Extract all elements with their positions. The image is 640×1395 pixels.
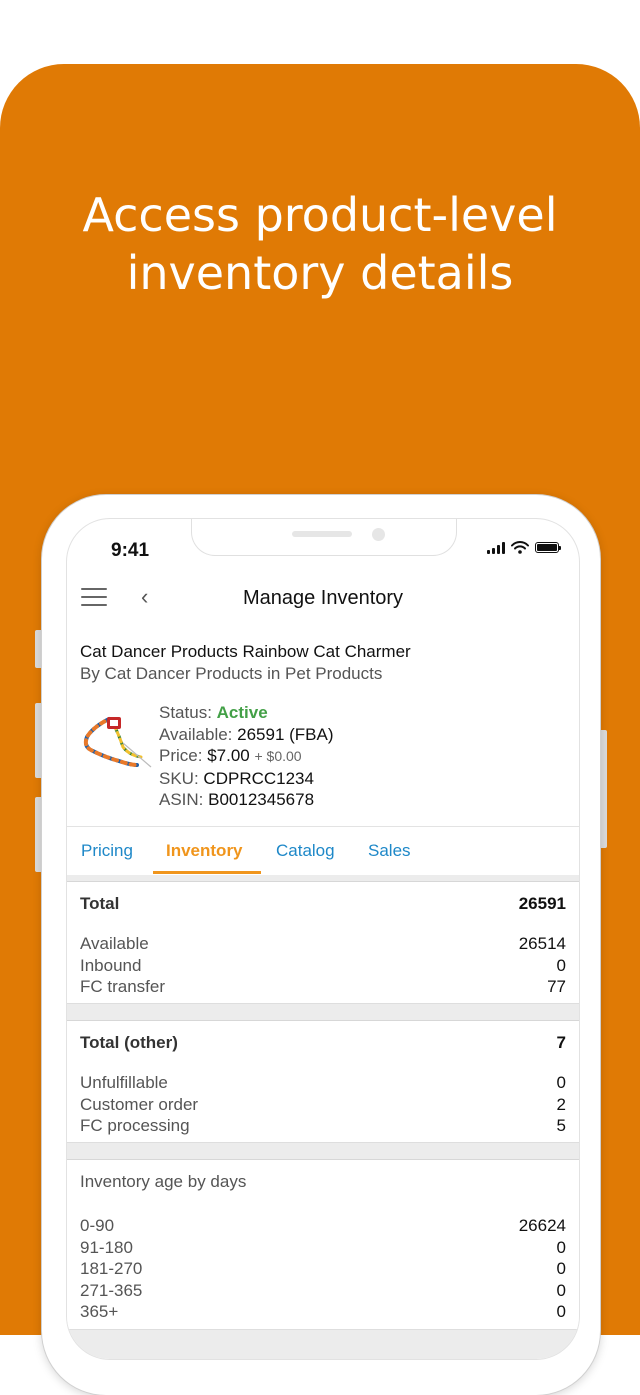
asin-line: ASIN: B0012345678 <box>159 789 334 811</box>
phone-screen: 9:41 ‹ Manage Inventory Cat Dancer Produ… <box>66 518 580 1360</box>
row-label: Inbound <box>80 955 142 975</box>
price-line: Price: $7.00 + $0.00 <box>159 745 334 768</box>
available-line: Available: 26591 (FBA) <box>159 724 334 746</box>
list-item: Unfulfillable 0 <box>67 1072 579 1094</box>
row-label: 0-90 <box>80 1216 115 1235</box>
total-other-breakdown: Unfulfillable 0 Customer order 2 FC proc… <box>67 1064 579 1143</box>
row-label: 365+ <box>80 1302 119 1322</box>
total-other-label: Total (other) <box>80 1033 178 1052</box>
asin-label: ASIN: <box>159 790 204 809</box>
age-label: Inventory age by days <box>80 1172 247 1191</box>
product-details: Status: Active Available: 26591 (FBA) Pr… <box>159 702 334 811</box>
row-label: Customer order <box>80 1094 199 1114</box>
row-value: 0 <box>556 1280 566 1300</box>
row-value: 5 <box>556 1116 566 1136</box>
product-card: Cat Dancer Products Rainbow Cat Charmer … <box>67 623 579 826</box>
status-time: 9:41 <box>111 540 150 561</box>
total-other-header: Total (other) 7 <box>67 1020 579 1066</box>
tab-bar: Pricing Inventory Catalog Sales <box>67 826 579 876</box>
list-item: 365+ 0 <box>67 1301 579 1323</box>
nav-bar: ‹ Manage Inventory <box>67 573 579 624</box>
list-item: FC processing 5 <box>67 1115 579 1137</box>
headline-line-1: Access product-level <box>82 188 558 242</box>
list-item: Inbound 0 <box>67 955 579 977</box>
status-line: Status: Active <box>159 702 334 724</box>
promo-headline: Access product-level inventory details <box>0 186 640 302</box>
row-value: 0 <box>556 1259 566 1279</box>
row-value: 0 <box>556 955 566 975</box>
sku-line: SKU: CDPRCC1234 <box>159 768 334 790</box>
row-value: 2 <box>556 1094 566 1114</box>
sku-label: SKU: <box>159 768 199 788</box>
inventory-content: Total 26591 Available 26514 Inbound 0 FC… <box>67 875 579 1359</box>
row-value: 77 <box>547 977 566 997</box>
available-value: 26591 (FBA) <box>237 724 334 744</box>
product-image <box>83 717 152 768</box>
tab-sales[interactable]: Sales <box>368 841 411 861</box>
available-label: Available: <box>159 724 233 744</box>
status-icons <box>487 541 561 554</box>
list-item: 181-270 0 <box>67 1258 579 1280</box>
row-value: 26624 <box>518 1216 566 1235</box>
total-label: Total <box>80 894 120 913</box>
tab-inventory[interactable]: Inventory <box>166 841 243 861</box>
list-item: 0-90 26624 <box>67 1215 579 1237</box>
price-label: Price: <box>159 746 203 765</box>
row-label: Unfulfillable <box>80 1073 168 1092</box>
row-label: Available <box>80 934 149 953</box>
age-header: Inventory age by days <box>67 1159 579 1205</box>
tab-catalog[interactable]: Catalog <box>276 841 335 861</box>
phone-notch <box>191 519 457 556</box>
list-item: 91-180 0 <box>67 1237 579 1259</box>
total-breakdown: Available 26514 Inbound 0 FC transfer 77 <box>67 925 579 1004</box>
status-label: Status: <box>159 703 212 722</box>
status-badge: Active <box>216 703 268 722</box>
row-label: FC transfer <box>80 977 166 997</box>
price-extra: + $0.00 <box>254 748 302 764</box>
list-item: 271-365 0 <box>67 1280 579 1302</box>
price-value: $7.00 <box>207 746 250 765</box>
list-item: Available 26514 <box>67 933 579 955</box>
wifi-icon <box>511 541 529 554</box>
row-value: 0 <box>556 1302 566 1322</box>
row-value: 0 <box>556 1237 566 1257</box>
active-tab-indicator <box>153 871 261 874</box>
product-title: Cat Dancer Products Rainbow Cat Charmer <box>80 642 411 661</box>
sku-value: CDPRCC1234 <box>203 768 314 788</box>
row-value: 0 <box>556 1073 566 1092</box>
row-label: 91-180 <box>80 1237 133 1257</box>
product-subtitle: By Cat Dancer Products in Pet Products <box>80 664 383 683</box>
phone-power-button <box>599 730 607 848</box>
page-title: Manage Inventory <box>242 587 404 609</box>
total-header: Total 26591 <box>67 881 579 927</box>
row-value: 26514 <box>518 934 566 953</box>
age-breakdown: 0-90 26624 91-180 0 181-270 0 271-365 0 … <box>67 1203 579 1330</box>
front-camera <box>372 528 385 541</box>
speaker-grille <box>292 531 352 537</box>
list-item: FC transfer 77 <box>67 976 579 998</box>
tab-pricing[interactable]: Pricing <box>81 841 133 861</box>
battery-icon <box>535 542 561 553</box>
total-value: 26591 <box>518 894 566 913</box>
headline-line-2: inventory details <box>126 246 514 300</box>
signal-icon <box>487 541 505 554</box>
total-other-value: 7 <box>556 1033 566 1052</box>
asin-value: B0012345678 <box>208 790 315 809</box>
row-label: 271-365 <box>80 1280 143 1300</box>
row-label: 181-270 <box>80 1259 143 1279</box>
row-label: FC processing <box>80 1116 190 1136</box>
list-item: Customer order 2 <box>67 1094 579 1116</box>
